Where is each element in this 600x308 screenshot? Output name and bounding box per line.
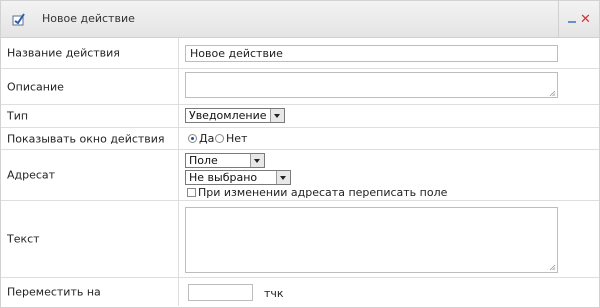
dialog-title: Новое действие [42,12,135,25]
chevron-down-icon [276,171,290,184]
new-action-dialog: Новое действие ✕ Название действия Описа… [0,0,600,308]
overwrite-field-checkbox[interactable] [187,188,196,197]
form-row-description: Описание [1,69,599,105]
overwrite-field-label: При изменении адресата переписать поле [198,186,448,199]
move-to-input[interactable] [188,284,253,301]
dialog-titlebar: Новое действие ✕ [1,1,599,38]
resize-grip-icon[interactable] [549,90,556,97]
form-row-move-to: Переместить на тчк [1,278,599,306]
recipient-field-select[interactable]: Поле [185,153,265,168]
recipient-label: Адресат [7,168,56,182]
minimize-icon[interactable] [568,21,576,23]
form-row-type: Тип Уведомление [1,105,599,128]
move-to-label: Переместить на [7,285,101,299]
recipient-value-select[interactable]: Не выбрано [185,170,291,185]
description-textarea[interactable] [185,72,558,98]
type-select[interactable]: Уведомление [185,108,285,123]
chevron-down-icon [250,154,264,167]
radio-no-label: Нет [226,132,248,145]
close-icon[interactable]: ✕ [580,13,591,27]
form-row-name: Название действия [1,38,599,69]
action-icon [12,13,25,26]
radio-yes-label: Да [199,132,215,145]
text-textarea[interactable] [185,207,558,273]
name-label: Название действия [7,46,120,60]
resize-grip-icon[interactable] [549,264,556,271]
radio-no[interactable] [215,134,224,143]
show-window-label: Показывать окно действия [7,132,165,145]
chevron-down-icon [270,109,284,122]
text-label: Текст [7,232,40,246]
radio-yes[interactable] [188,134,197,143]
type-label: Тип [7,109,29,123]
description-label: Описание [7,80,64,93]
form-row-recipient: Адресат Поле Не выбрано При изменении ад… [1,150,599,201]
window-controls: ✕ [558,1,599,37]
form-row-show-window: Показывать окно действия Да Нет [1,128,599,150]
action-name-input[interactable] [185,45,558,62]
move-to-unit: тчк [264,287,284,300]
form-row-text: Текст [1,201,599,278]
